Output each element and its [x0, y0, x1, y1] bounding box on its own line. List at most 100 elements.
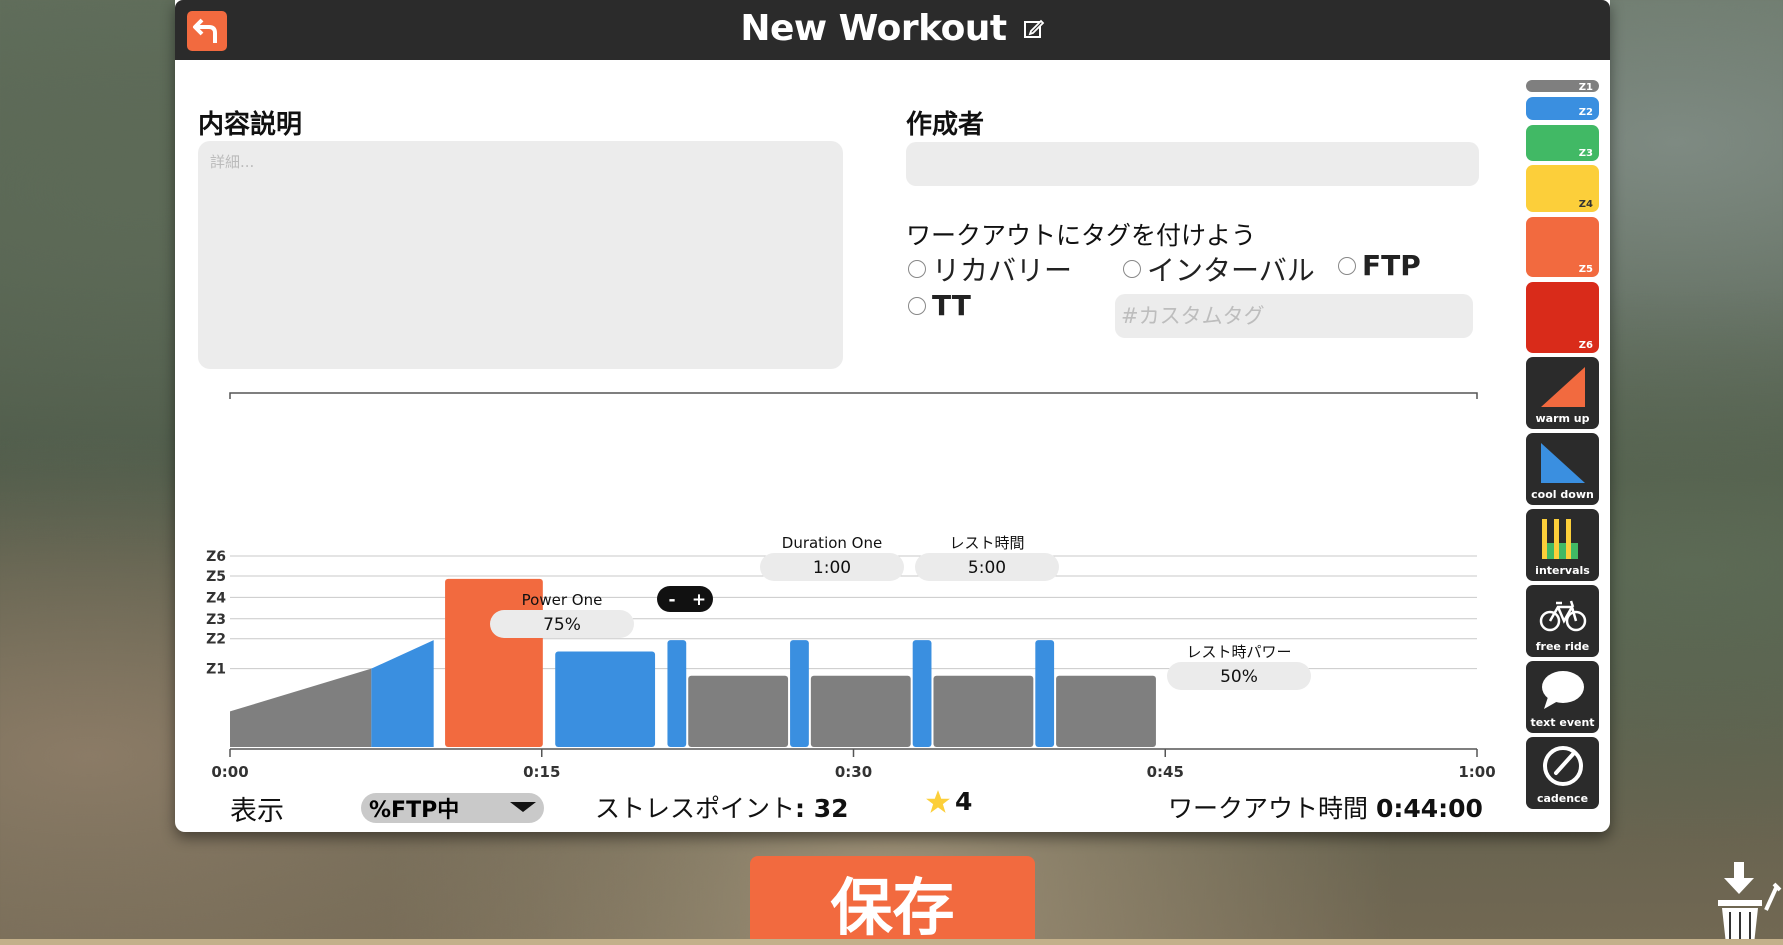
view-label: 表示 — [230, 796, 284, 827]
freeride-tool-label: free ride — [1535, 640, 1590, 653]
cadence-gauge-icon — [1542, 746, 1583, 786]
duration-one-label: Duration One — [782, 534, 882, 552]
view-mode-select[interactable]: %FTP中 — [361, 793, 544, 823]
x-tick-label: 1:00 — [1458, 763, 1495, 781]
zone-axis-label: Z4 — [206, 590, 226, 606]
tag-interval[interactable]: インターバル — [1123, 249, 1315, 289]
plus-button[interactable]: + — [692, 590, 706, 610]
taskbar-strip — [0, 939, 1783, 945]
stress-points: ストレスポイント: 32 — [595, 789, 849, 825]
tag-tt[interactable]: TT — [908, 289, 971, 322]
warmup-tool-label: warm up — [1535, 412, 1590, 425]
tag-recovery[interactable]: リカバリー — [908, 249, 1072, 289]
rest-power-label: レスト時パワー — [1186, 643, 1291, 661]
duration-label: ワークアウト時間 — [1168, 794, 1369, 823]
author-label: 作成者 — [906, 110, 985, 140]
steady-segment — [555, 651, 656, 747]
custom-tag-input[interactable]: #カスタムタグ — [1115, 294, 1473, 338]
speech-bubble-icon — [1541, 671, 1584, 709]
cooldown-tool-label: cool down — [1531, 488, 1594, 501]
steady-segment — [1035, 640, 1055, 747]
cadence-tool-label: cadence — [1536, 792, 1589, 805]
freeride-tool-button[interactable]: free ride — [1526, 585, 1599, 657]
description-textarea[interactable]: 詳細... — [198, 141, 843, 369]
zone-axis-label: Z5 — [206, 569, 226, 585]
rest-time-label: レスト時間 — [949, 534, 1024, 552]
power-one-value: 75% — [543, 615, 581, 635]
chart-top-bracket — [229, 392, 1478, 399]
tag-recovery-radio[interactable] — [908, 260, 926, 278]
steady-segment — [933, 675, 1034, 747]
intervals-bars-icon — [1541, 519, 1578, 559]
zone-z6-label: Z6 — [1578, 340, 1593, 351]
stress-label: ストレスポイント — [595, 794, 796, 823]
chevron-down-icon — [510, 802, 536, 812]
ramp-segment — [230, 668, 372, 747]
x-tick-label: 0:00 — [211, 763, 248, 781]
tags-label: ワークアウトにタグを付けよう — [906, 221, 1257, 250]
duration-one-value: 1:00 — [813, 558, 851, 578]
duration-value: 0:44:00 — [1375, 794, 1483, 823]
ramp-segment — [371, 640, 434, 747]
steady-segment — [1056, 675, 1156, 747]
text-event-tool-button[interactable]: text event — [1526, 661, 1599, 733]
tag-interval-label: インターバル — [1147, 254, 1315, 287]
tag-ftp-radio[interactable] — [1338, 256, 1356, 275]
zone-z5-button[interactable]: Z5 — [1526, 217, 1599, 277]
zone-z3-button[interactable]: Z3 — [1526, 125, 1599, 161]
download-trash-icon[interactable] — [1712, 860, 1782, 945]
tag-tt-label: TT — [932, 289, 971, 322]
workout-chart[interactable]: Z1 Z2 Z3 Z4 Z5 Z6 0:00 0:15 0:30 0:45 1:00 Duration… — [175, 380, 1515, 790]
workout-editor-dialog: New Workout 内容説明 詳細... 作成者 ワークアウトにタグを付けよ… — [175, 0, 1610, 832]
zone-z2-button[interactable]: Z2 — [1526, 97, 1599, 120]
zone-z4-label: Z4 — [1578, 199, 1593, 210]
cooldown-ramp-icon — [1540, 443, 1585, 483]
star-icon — [926, 789, 950, 813]
edit-title-icon[interactable] — [1023, 18, 1045, 40]
cooldown-tool-button[interactable]: cool down — [1526, 433, 1599, 505]
steady-segment — [688, 675, 789, 747]
x-tick-label: 0:45 — [1147, 763, 1184, 781]
description-label: 内容説明 — [198, 110, 303, 140]
tag-tt-radio[interactable] — [908, 296, 926, 315]
workout-duration: ワークアウト時間 0:44:00 — [1168, 789, 1483, 825]
text-event-tool-label: text event — [1530, 716, 1595, 729]
rest-time-value: 5:00 — [968, 558, 1006, 578]
difficulty-rating: 4 — [925, 787, 972, 816]
author-field[interactable] — [906, 142, 1479, 186]
stress-value: : 32 — [795, 794, 849, 823]
warmup-tool-button[interactable]: warm up — [1526, 357, 1599, 429]
zone-axis-label: Z1 — [206, 662, 226, 678]
intervals-tool-button[interactable]: intervals — [1526, 509, 1599, 581]
tag-interval-radio[interactable] — [1123, 260, 1141, 278]
zone-axis-label: Z3 — [206, 612, 226, 628]
view-mode-value: %FTP中 — [369, 798, 460, 823]
save-button[interactable]: 保存 — [750, 856, 1035, 945]
cadence-tool-button[interactable]: cadence — [1526, 737, 1599, 809]
power-one-label: Power One — [522, 591, 603, 609]
page-title: New Workout — [740, 8, 1007, 49]
zone-z1-button[interactable]: Z1 — [1526, 80, 1599, 92]
zone-axis-label: Z2 — [206, 632, 226, 648]
x-tick-label: 0:30 — [835, 763, 872, 781]
bicycle-icon — [1539, 600, 1586, 632]
header-bar: New Workout — [175, 0, 1610, 60]
warmup-ramp-icon — [1540, 367, 1585, 407]
tag-ftp-label: FTP — [1362, 249, 1421, 282]
minus-button[interactable]: - — [668, 590, 675, 610]
tag-ftp[interactable]: FTP — [1338, 249, 1421, 282]
zone-z1-label: Z1 — [1578, 82, 1593, 92]
x-tick-label: 0:15 — [523, 763, 560, 781]
zone-axis-label: Z6 — [206, 549, 226, 565]
zone-z4-button[interactable]: Z4 — [1526, 165, 1599, 212]
steady-segment — [912, 640, 932, 747]
star-count: 4 — [955, 787, 973, 816]
tag-recovery-label: リカバリー — [932, 254, 1073, 287]
steady-segment — [667, 640, 687, 747]
zone-z2-label: Z2 — [1578, 107, 1593, 118]
rest-power-value: 50% — [1220, 667, 1258, 687]
steady-segment — [810, 675, 911, 747]
zone-z3-label: Z3 — [1578, 148, 1593, 159]
zone-z5-label: Z5 — [1578, 264, 1593, 275]
zone-z6-button[interactable]: Z6 — [1526, 282, 1599, 353]
